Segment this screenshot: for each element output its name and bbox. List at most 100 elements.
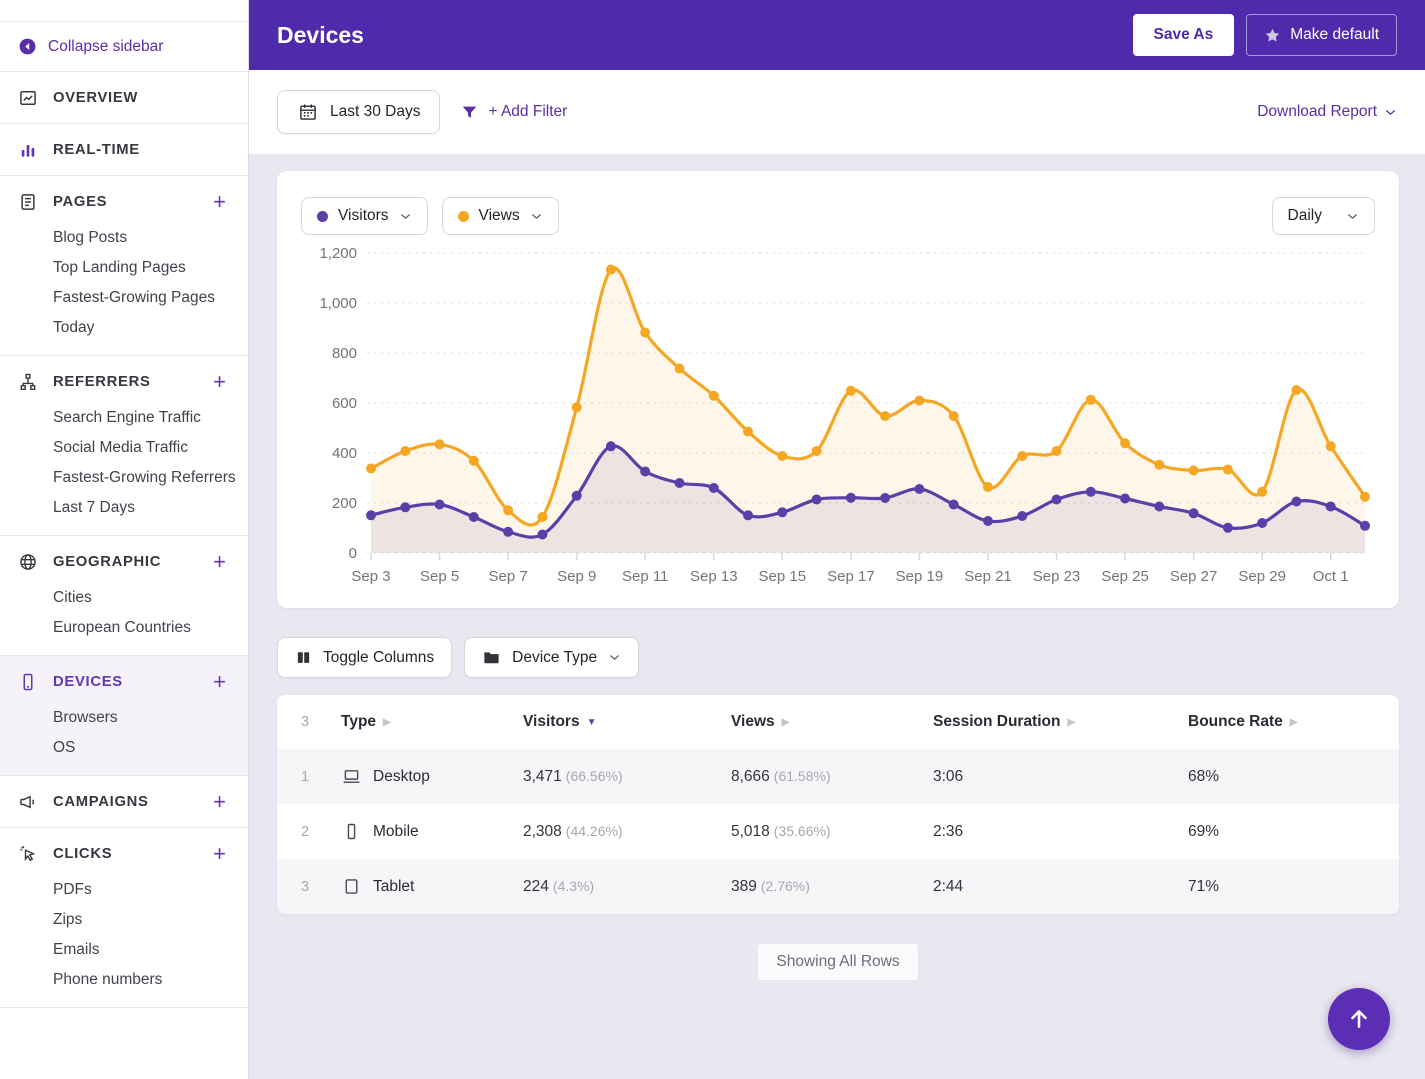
funnel-icon (460, 103, 479, 122)
add-filter-button[interactable]: + Add Filter (460, 103, 567, 122)
sidebar-item-overview[interactable]: OVERVIEW (0, 84, 248, 111)
legend-metric-select-views[interactable]: Views (442, 197, 559, 235)
column-label: Views (731, 713, 775, 731)
interval-select[interactable]: Daily (1272, 197, 1375, 235)
make-default-button[interactable]: Make default (1246, 14, 1397, 56)
svg-text:Sep 29: Sep 29 (1238, 568, 1286, 585)
visitors-percent: (4.3%) (553, 878, 594, 894)
sidebar-item-real-time[interactable]: REAL-TIME (0, 136, 248, 163)
group-by-select[interactable]: Device Type (464, 637, 639, 678)
bounce-rate-value: 69% (1188, 823, 1219, 840)
legend-metric-select-visitors[interactable]: Visitors (301, 197, 428, 235)
download-report-button[interactable]: Download Report (1257, 103, 1397, 121)
sidebar-subitem[interactable]: PDFs (0, 875, 248, 905)
add-devices-report-button[interactable]: + (211, 672, 228, 692)
column-header-type[interactable]: Type▶ (341, 713, 523, 731)
svg-text:Sep 21: Sep 21 (964, 568, 1012, 585)
sidebar-subitem[interactable]: European Countries (0, 613, 248, 643)
bounce-rate-value: 71% (1188, 878, 1219, 895)
add-referrers-report-button[interactable]: + (211, 372, 228, 392)
table-row-desktop[interactable]: 1Desktop3,471(66.56%)8,666(61.58%)3:0668… (277, 749, 1399, 804)
sidebar-section-campaigns: CAMPAIGNS+ (0, 776, 248, 828)
add-clicks-report-button[interactable]: + (211, 844, 228, 864)
legend-dot-icon (458, 211, 469, 222)
chevron-down-icon (530, 210, 543, 223)
page-title: Devices (277, 22, 364, 49)
sidebar-section-label: OVERVIEW (53, 90, 138, 106)
column-label: Session Duration (933, 713, 1060, 731)
campaigns-icon (17, 792, 39, 812)
sidebar-subitem[interactable]: Today (0, 313, 248, 343)
sidebar-section-label: PAGES (53, 194, 107, 210)
sidebar-section-clicks: CLICKS+ PDFsZipsEmailsPhone numbers (0, 828, 248, 1008)
svg-text:Sep 13: Sep 13 (690, 568, 738, 585)
svg-text:Sep 25: Sep 25 (1101, 568, 1149, 585)
column-header-views[interactable]: Views▶ (731, 713, 933, 731)
toggle-columns-button[interactable]: Toggle Columns (277, 637, 452, 678)
calendar-icon (297, 102, 319, 122)
device-type-label: Tablet (373, 878, 414, 896)
sidebar-subitem[interactable]: Zips (0, 905, 248, 935)
sidebar-subitem[interactable]: Last 7 Days (0, 493, 248, 523)
date-range-label: Last 30 Days (330, 103, 420, 121)
sidebar-item-clicks[interactable]: CLICKS+ (0, 840, 248, 867)
sidebar: Collapse sidebar OVERVIEW REAL-TIME PAGES +… (0, 0, 249, 1079)
sidebar-item-pages[interactable]: PAGES + (0, 188, 248, 215)
column-label: Visitors (523, 713, 580, 731)
sidebar-subitem[interactable]: Social Media Traffic (0, 433, 248, 463)
sidebar-top-strip (0, 0, 248, 22)
svg-text:Sep 5: Sep 5 (420, 568, 459, 585)
sidebar-subitem[interactable]: OS (0, 733, 248, 763)
filter-bar: Last 30 Days + Add Filter Download Repor… (249, 70, 1425, 155)
table-row-tablet[interactable]: 3Tablet224(4.3%)389(2.76%)2:4471% (277, 859, 1399, 914)
row-index: 2 (301, 824, 341, 840)
showing-all-rows-status: Showing All Rows (757, 943, 918, 981)
visitors-value: 224 (523, 878, 549, 895)
sidebar-item-referrers[interactable]: REFERRERS+ (0, 368, 248, 395)
column-header-bounce-rate[interactable]: Bounce Rate▶ (1188, 713, 1399, 731)
sidebar-subitem[interactable]: Browsers (0, 703, 248, 733)
column-header-session-duration[interactable]: Session Duration▶ (933, 713, 1188, 731)
add-campaigns-report-button[interactable]: + (211, 792, 228, 812)
sidebar-subitem[interactable]: Emails (0, 935, 248, 965)
download-report-label: Download Report (1257, 103, 1377, 121)
sidebar-subitem[interactable]: Top Landing Pages (0, 253, 248, 283)
views-percent: (35.66%) (774, 823, 831, 839)
table-row-mobile[interactable]: 2Mobile2,308(44.26%)5,018(35.66%)2:3669% (277, 804, 1399, 859)
add-geographic-report-button[interactable]: + (211, 552, 228, 572)
sidebar-subitem[interactable]: Search Engine Traffic (0, 403, 248, 433)
sidebar-item-campaigns[interactable]: CAMPAIGNS+ (0, 788, 248, 815)
sidebar-subitem[interactable]: Blog Posts (0, 223, 248, 253)
column-label: Type (341, 713, 376, 731)
sidebar-item-devices[interactable]: DEVICES+ (0, 668, 248, 695)
chevron-down-icon (1346, 210, 1359, 223)
sidebar-subitem[interactable]: Phone numbers (0, 965, 248, 995)
sidebar-subitem[interactable]: Fastest-Growing Pages (0, 283, 248, 313)
table-row-count: 3 (301, 714, 341, 730)
visitors-views-chart[interactable]: 02004006008001,0001,200Sep 3Sep 5Sep 7Se… (301, 241, 1375, 596)
session-duration-value: 2:44 (933, 878, 963, 895)
svg-text:Sep 17: Sep 17 (827, 568, 875, 585)
collapse-sidebar-button[interactable]: Collapse sidebar (0, 22, 248, 72)
add-filter-label: + Add Filter (488, 103, 567, 121)
collapse-sidebar-label: Collapse sidebar (48, 38, 163, 56)
save-as-button[interactable]: Save As (1133, 14, 1235, 56)
sidebar-subitem[interactable]: Fastest-Growing Referrers (0, 463, 248, 493)
sidebar-section-overview: OVERVIEW (0, 72, 248, 124)
svg-text:Sep 27: Sep 27 (1170, 568, 1218, 585)
chevron-down-icon (399, 210, 412, 223)
sidebar-subitem[interactable]: Cities (0, 583, 248, 613)
bounce-rate-value: 68% (1188, 768, 1219, 785)
group-by-label: Device Type (512, 649, 597, 667)
sidebar-item-geographic[interactable]: GEOGRAPHIC+ (0, 548, 248, 575)
date-range-button[interactable]: Last 30 Days (277, 90, 440, 134)
sort-caret-icon: ▶ (1290, 717, 1298, 728)
star-icon (1264, 27, 1281, 44)
row-index: 3 (301, 879, 341, 895)
column-header-visitors[interactable]: Visitors▼ (523, 713, 731, 731)
page-header: Devices Save As Make default (249, 0, 1425, 70)
scroll-to-top-button[interactable] (1328, 988, 1390, 1050)
chevron-down-icon (608, 651, 621, 664)
device-type-label: Mobile (373, 823, 419, 841)
add-pages-report-button[interactable]: + (211, 192, 228, 212)
